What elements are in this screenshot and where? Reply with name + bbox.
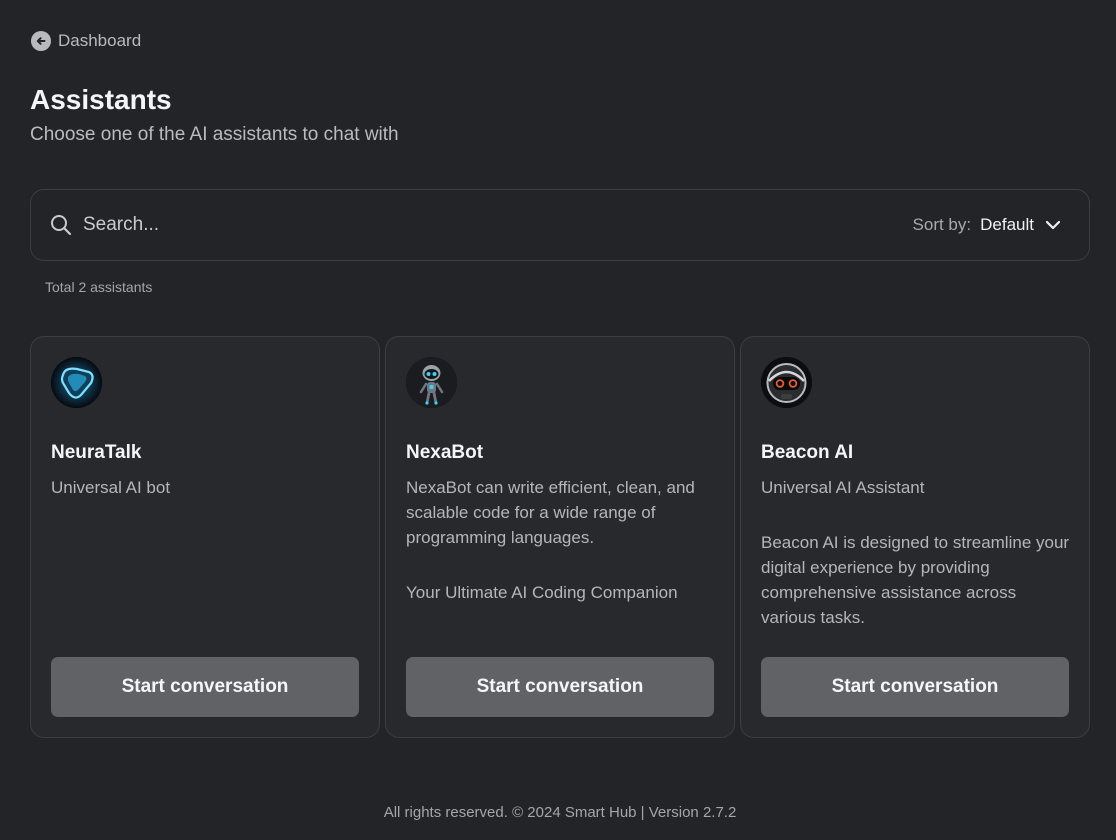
assistant-long-description: Beacon AI is designed to streamline your… — [761, 533, 1070, 627]
robot-helmet-avatar-icon — [761, 357, 812, 408]
assistant-name: NeuraTalk — [51, 442, 142, 463]
start-conversation-button[interactable]: Start conversation — [761, 657, 1069, 717]
back-link-label: Dashboard — [58, 31, 142, 50]
search-bar: Sort by: Default — [30, 189, 1090, 261]
assistant-tagline: Your Ultimate AI Coding Companion — [406, 583, 678, 602]
start-conversation-button[interactable]: Start conversation — [406, 657, 714, 717]
assistant-card-nexabot: NexaBot NexaBot can write efficient, cle… — [385, 336, 735, 738]
sort-dropdown[interactable]: Sort by: Default — [913, 215, 1061, 235]
search-input[interactable] — [83, 214, 913, 236]
search-icon — [49, 213, 73, 237]
back-to-dashboard-link[interactable]: Dashboard — [31, 31, 141, 51]
assistant-card-beacon-ai: Beacon AI Universal AI Assistant Beacon … — [740, 336, 1090, 738]
neuratalk-logo-icon — [51, 357, 102, 408]
assistant-description-text: Universal AI Assistant — [761, 478, 925, 497]
sort-value: Default — [980, 215, 1034, 234]
assistant-name: NexaBot — [406, 442, 484, 463]
assistant-description: Universal AI Assistant Beacon AI is desi… — [761, 475, 1071, 630]
arrow-left-circle-icon — [31, 31, 51, 51]
total-assistants-count: Total 2 assistants — [45, 279, 153, 295]
page-title: Assistants — [30, 84, 172, 115]
start-conversation-button[interactable]: Start conversation — [51, 657, 359, 717]
chevron-down-icon — [1045, 220, 1061, 230]
assistant-description-text: NexaBot can write efficient, clean, and … — [406, 478, 695, 547]
assistant-description: Universal AI bot — [51, 475, 361, 500]
assistant-description-text: Universal AI bot — [51, 478, 171, 497]
page-subtitle: Choose one of the AI assistants to chat … — [30, 124, 399, 145]
assistant-description: NexaBot can write efficient, clean, and … — [406, 475, 716, 605]
robot-avatar-icon — [406, 357, 457, 408]
assistant-name: Beacon AI — [761, 442, 854, 463]
assistant-card-neuratalk: NeuraTalk Universal AI bot Start convers… — [30, 336, 380, 738]
footer-text: All rights reserved. © 2024 Smart Hub | … — [383, 804, 737, 821]
sort-label: Sort by: — [912, 215, 972, 234]
